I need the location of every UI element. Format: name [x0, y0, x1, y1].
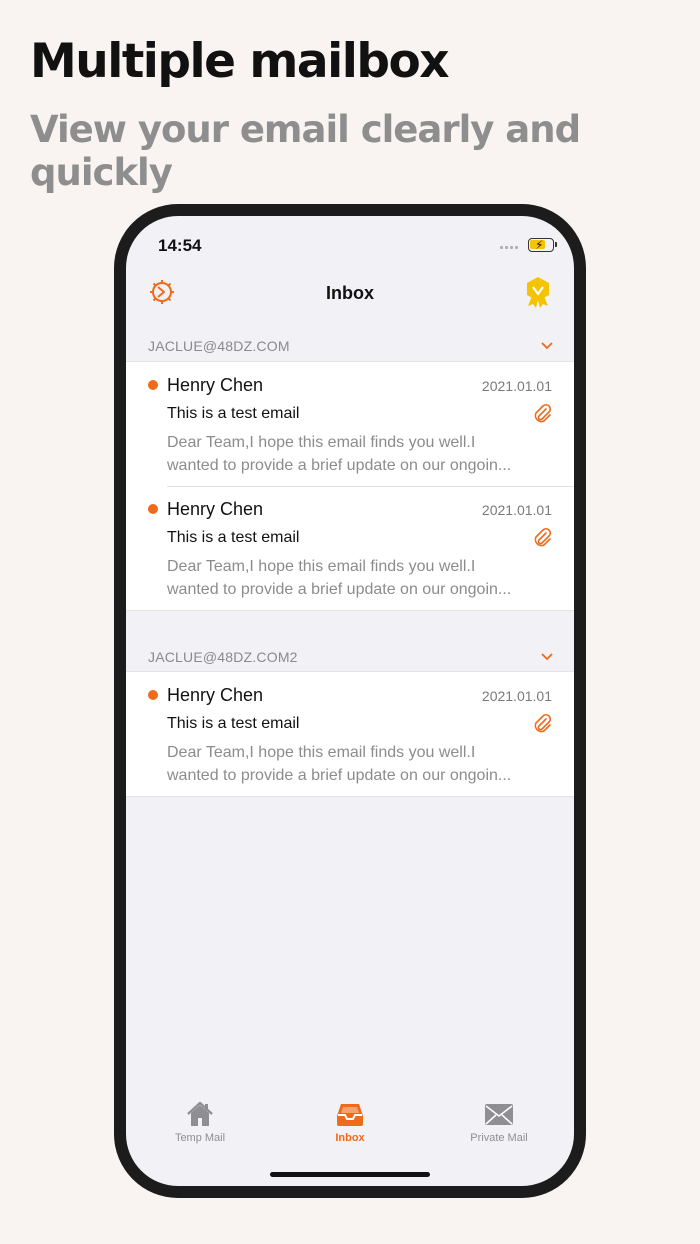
email-date: 2021.01.01 — [481, 688, 552, 704]
email-item[interactable]: Henry Chen 2021.01.01 This is a test ema… — [126, 486, 574, 610]
email-preview-line: wanted to provide a brief update on our … — [167, 581, 512, 598]
email-date: 2021.01.01 — [481, 378, 552, 394]
email-item[interactable]: Henry Chen 2021.01.01 This is a test ema… — [126, 672, 574, 796]
chevron-down-icon[interactable] — [540, 339, 554, 353]
status-time: 14:54 — [158, 236, 202, 255]
account-address: JACLUE@48DZ.COM2 — [148, 649, 298, 665]
email-list: Henry Chen 2021.01.01 This is a test ema… — [126, 671, 574, 797]
tab-label: Temp Mail — [174, 1132, 226, 1144]
phone-screen: 14:54 ⚡ Inbox JACLUE@48DZ.COM Henry Chen… — [126, 216, 574, 1186]
email-sender: Henry Chen — [167, 375, 264, 395]
tab-temp-mail[interactable]: Temp Mail — [140, 1100, 260, 1144]
tab-label: Private Mail — [470, 1132, 528, 1144]
account-header[interactable]: JACLUE@48DZ.COM — [126, 330, 574, 362]
email-preview-line: Dear Team,I hope this email finds you we… — [167, 558, 476, 575]
unread-dot-icon — [148, 504, 158, 514]
account-address: JACLUE@48DZ.COM — [148, 338, 290, 354]
email-sender: Henry Chen — [167, 499, 264, 519]
page-title: Inbox — [326, 283, 374, 303]
email-preview-line: wanted to provide a brief update on our … — [167, 457, 512, 474]
signal-icon — [500, 246, 518, 249]
email-subject: This is a test email — [167, 715, 300, 732]
vip-badge-icon[interactable] — [524, 276, 552, 308]
email-preview: Dear Team,I hope this email finds you we… — [167, 555, 552, 601]
inbox-tray-icon — [337, 1104, 363, 1126]
email-date: 2021.01.01 — [481, 502, 552, 518]
battery-charging-icon: ⚡ — [528, 238, 557, 252]
promo-headline: Multiple mailbox — [30, 34, 450, 89]
home-icon — [187, 1101, 213, 1126]
email-preview-line: Dear Team,I hope this email finds you we… — [167, 744, 476, 761]
unread-dot-icon — [148, 380, 158, 390]
paperclip-icon — [534, 713, 552, 733]
envelope-icon — [485, 1104, 513, 1125]
email-preview-line: wanted to provide a brief update on our … — [167, 767, 512, 784]
home-indicator[interactable] — [270, 1172, 430, 1177]
email-preview: Dear Team,I hope this email finds you we… — [167, 431, 552, 477]
email-preview-line: Dear Team,I hope this email finds you we… — [167, 434, 476, 451]
paperclip-icon — [534, 403, 552, 423]
email-sender: Henry Chen — [167, 685, 264, 705]
tab-inbox[interactable]: Inbox — [290, 1100, 410, 1144]
chevron-down-icon[interactable] — [540, 650, 554, 664]
email-subject: This is a test email — [167, 529, 300, 546]
tab-bar: Temp Mail Inbox Private Mail — [126, 1100, 574, 1160]
email-subject: This is a test email — [167, 405, 300, 422]
account-header[interactable]: JACLUE@48DZ.COM2 — [126, 641, 574, 673]
paperclip-icon — [534, 527, 552, 547]
email-list: Henry Chen 2021.01.01 This is a test ema… — [126, 361, 574, 611]
unread-dot-icon — [148, 690, 158, 700]
email-preview: Dear Team,I hope this email finds you we… — [167, 741, 552, 787]
phone-frame: 14:54 ⚡ Inbox JACLUE@48DZ.COM Henry Chen… — [114, 204, 586, 1198]
tab-private-mail[interactable]: Private Mail — [439, 1100, 559, 1144]
promo-subline: View your email clearly and quickly — [30, 108, 581, 194]
email-item[interactable]: Henry Chen 2021.01.01 This is a test ema… — [126, 362, 574, 486]
tab-label: Inbox — [335, 1132, 365, 1144]
